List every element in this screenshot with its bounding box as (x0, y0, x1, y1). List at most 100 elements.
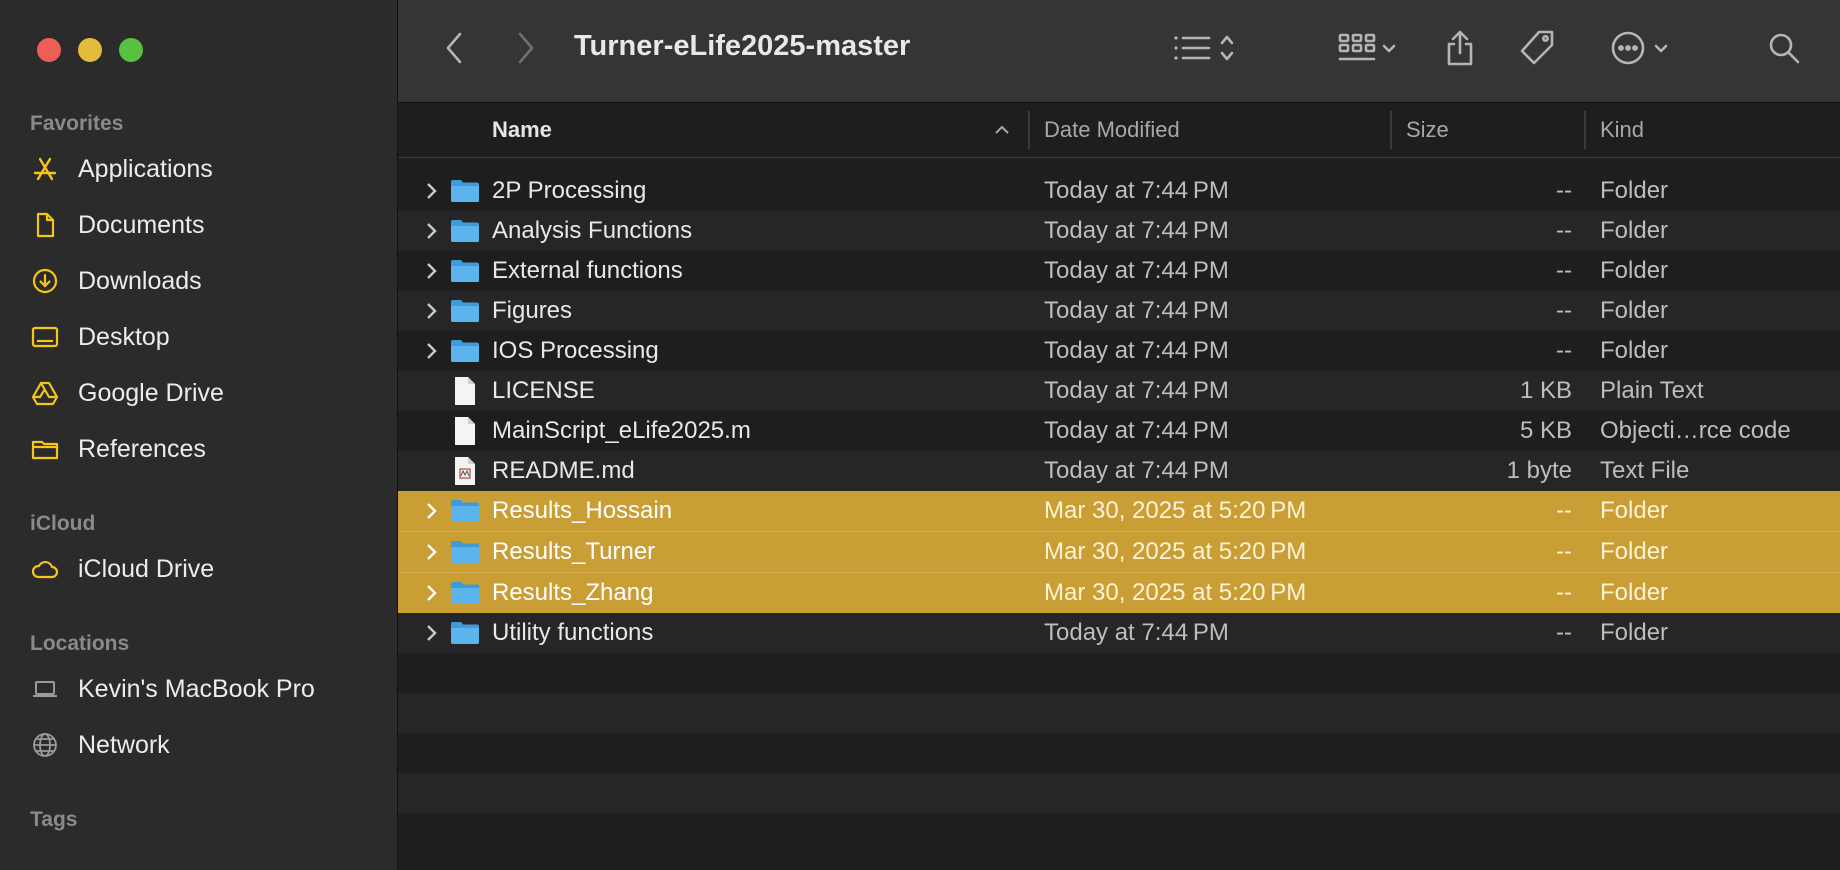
folder-icon (30, 434, 60, 464)
file-row[interactable]: External functions Today at 7:44 PM -- Fold… (398, 251, 1840, 291)
sidebar-item-label: Google Drive (78, 378, 224, 407)
file-row[interactable]: Results_Turner Mar 30, 2025 at 5:20 PM -- F… (398, 531, 1840, 572)
file-row[interactable]: 2P Processing Today at 7:44 PM -- Folder (398, 171, 1840, 211)
folder-icon (448, 532, 482, 572)
chevron-right-icon (514, 30, 536, 71)
file-kind: Plain Text (1600, 377, 1704, 404)
toolbar: Turner-eLife2025-master (398, 0, 1840, 103)
file-name: External functions (492, 257, 683, 284)
disclosure-chevron-icon[interactable] (424, 613, 444, 653)
sidebar-item-label: Network (78, 730, 170, 759)
sort-ascending-icon[interactable] (994, 103, 1010, 157)
sidebar-item-downloads[interactable]: Downloads (30, 257, 380, 305)
sidebar-item-icloud-drive[interactable]: iCloud Drive (30, 545, 380, 593)
file-size: -- (1556, 217, 1572, 244)
file-size: 1 byte (1506, 457, 1572, 484)
search-icon (1767, 31, 1801, 70)
search-button[interactable] (1764, 28, 1804, 72)
forward-button[interactable] (510, 28, 540, 72)
share-button[interactable] (1442, 28, 1478, 72)
disclosure-chevron-icon[interactable] (424, 251, 444, 291)
file-kind: Folder (1600, 337, 1669, 364)
sidebar-item-references[interactable]: References (30, 425, 380, 473)
sidebar-item-google-drive[interactable]: Google Drive (30, 369, 380, 417)
file-list: 2P Processing Today at 7:44 PM -- Folder Ana… (398, 171, 1840, 853)
file-row[interactable]: Analysis Functions Today at 7:44 PM -- Fold… (398, 211, 1840, 251)
column-header: Name Date Modified Size Kind (398, 103, 1840, 158)
view-options-button[interactable] (1164, 28, 1244, 72)
tags-button[interactable] (1516, 28, 1558, 72)
disclosure-chevron-icon[interactable] (424, 211, 444, 251)
file-size: -- (1556, 257, 1572, 284)
disclosure-chevron-icon[interactable] (424, 491, 444, 531)
file-size: 1 KB (1519, 377, 1572, 404)
empty-row (398, 813, 1840, 853)
empty-row (398, 733, 1840, 773)
file-row[interactable]: Utility functions Today at 7:44 PM -- Folde… (398, 613, 1840, 653)
column-divider[interactable] (1028, 111, 1030, 149)
file-row[interactable]: Results_Zhang Mar 30, 2025 at 5:20 PM -- Fo… (398, 572, 1840, 613)
column-divider[interactable] (1584, 111, 1586, 149)
tag-icon (1518, 29, 1556, 72)
folder-icon (448, 251, 482, 291)
column-size[interactable]: Size (1406, 103, 1449, 157)
zoom-window-button[interactable] (119, 38, 143, 62)
download-icon (30, 266, 60, 296)
file-date-modified: Today at 7:44 PM (1044, 337, 1229, 364)
disclosure-chevron-icon[interactable] (424, 291, 444, 331)
window-controls (37, 38, 143, 62)
file-kind: Objecti…rce code (1600, 417, 1791, 444)
file-kind: Folder (1600, 217, 1669, 244)
file-size: -- (1556, 177, 1572, 204)
file-size: -- (1556, 538, 1572, 565)
column-name[interactable]: Name (492, 103, 552, 157)
sidebar-item-applications[interactable]: Applications (30, 145, 380, 193)
file-row[interactable]: LICENSE Today at 7:44 PM 1 KB Plain Text (398, 371, 1840, 411)
applications-icon (30, 154, 60, 184)
chevron-down-icon (1654, 41, 1668, 59)
minimize-window-button[interactable] (78, 38, 102, 62)
file-row[interactable]: IOS Processing Today at 7:44 PM -- Folder (398, 331, 1840, 371)
folder-icon (448, 211, 482, 251)
file-size: -- (1556, 619, 1572, 646)
group-button[interactable] (1332, 28, 1402, 72)
text-file-icon (448, 411, 482, 451)
folder-icon (448, 291, 482, 331)
file-date-modified: Today at 7:44 PM (1044, 417, 1229, 444)
column-date-modified[interactable]: Date Modified (1044, 103, 1180, 157)
sidebar-item-macbook[interactable]: Kevin's MacBook Pro (30, 665, 380, 713)
sidebar: Favorites Applications Documents Downloa… (0, 0, 398, 870)
sidebar-item-desktop[interactable]: Desktop (30, 313, 380, 361)
file-date-modified: Today at 7:44 PM (1044, 619, 1229, 646)
file-date-modified: Mar 30, 2025 at 5:20 PM (1044, 538, 1307, 565)
file-row[interactable]: README.md Today at 7:44 PM 1 byte Text File (398, 451, 1840, 491)
sidebar-item-label: Applications (78, 154, 213, 183)
disclosure-chevron-icon[interactable] (424, 573, 444, 613)
column-kind[interactable]: Kind (1600, 103, 1644, 157)
chevron-left-icon (444, 30, 466, 71)
file-row[interactable]: Figures Today at 7:44 PM -- Folder (398, 291, 1840, 331)
file-row[interactable]: MainScript_eLife2025.m Today at 7:44 PM 5 … (398, 411, 1840, 451)
sidebar-item-documents[interactable]: Documents (30, 201, 380, 249)
file-row[interactable]: Results_Hossain Mar 30, 2025 at 5:20 PM --… (398, 491, 1840, 531)
file-name: Analysis Functions (492, 217, 693, 244)
window-title: Turner-eLife2025-master (574, 30, 911, 62)
file-name: Figures (492, 297, 573, 324)
disclosure-chevron-icon[interactable] (424, 171, 444, 211)
file-name: IOS Processing (492, 337, 659, 364)
more-actions-button[interactable] (1604, 28, 1674, 72)
empty-row (398, 693, 1840, 733)
disclosure-chevron-icon[interactable] (424, 532, 444, 572)
sidebar-item-network[interactable]: Network (30, 721, 380, 769)
back-button[interactable] (440, 28, 470, 72)
sidebar-section-tags: Tags (30, 808, 78, 831)
column-divider[interactable] (1390, 111, 1392, 149)
sidebar-item-label: Desktop (78, 322, 170, 351)
file-date-modified: Today at 7:44 PM (1044, 217, 1229, 244)
folder-icon (448, 171, 482, 211)
laptop-icon (30, 674, 60, 704)
close-window-button[interactable] (37, 38, 61, 62)
file-date-modified: Today at 7:44 PM (1044, 177, 1229, 204)
sidebar-item-label: Downloads (78, 266, 202, 295)
disclosure-chevron-icon[interactable] (424, 331, 444, 371)
